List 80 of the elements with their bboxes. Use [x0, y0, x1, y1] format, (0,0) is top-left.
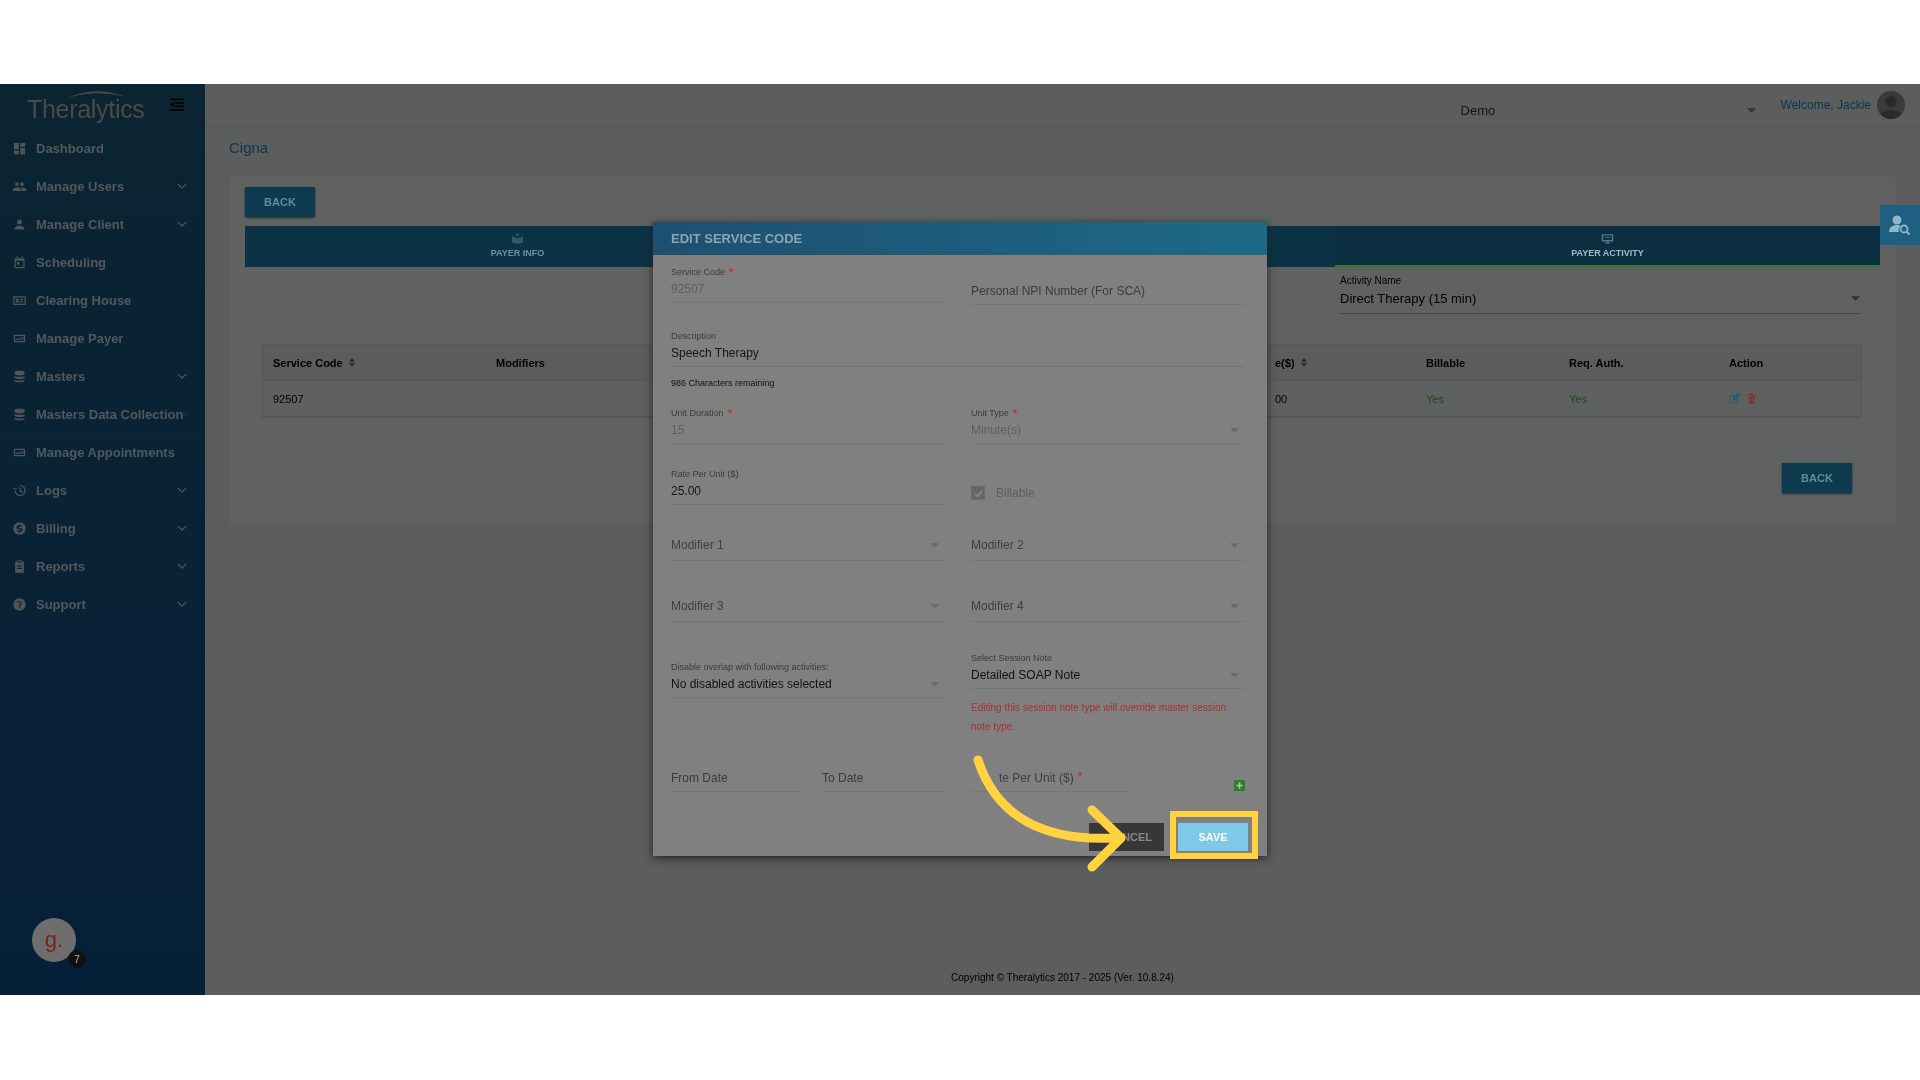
field-label: Description — [671, 331, 718, 341]
sidebar-item[interactable]: Manage Users — [0, 167, 205, 205]
dashboard-icon — [12, 140, 27, 156]
modifier-select[interactable]: Modifier 2 — [971, 538, 1245, 561]
caret-icon — [1851, 296, 1860, 301]
book-icon — [511, 233, 524, 244]
dialog-title: EDIT SERVICE CODE — [653, 222, 1267, 255]
calendar-icon — [12, 254, 27, 270]
notification-badge: 7 — [68, 950, 86, 968]
avatar-icon[interactable] — [1877, 91, 1905, 119]
monitor-icon — [1601, 233, 1614, 244]
menu-icon[interactable] — [170, 98, 184, 111]
page-title: Cigna — [229, 139, 270, 158]
dollar-icon — [12, 520, 27, 536]
sidebar-item[interactable]: Masters Data Collection — [0, 395, 205, 433]
column-header[interactable]: e($) — [1275, 356, 1295, 369]
sort-icon[interactable] — [1300, 358, 1307, 367]
trash-icon[interactable] — [1746, 393, 1757, 404]
user-search-icon — [1889, 215, 1911, 235]
rate-per-unit-field[interactable]: te Per Unit ($) — [971, 766, 1131, 792]
modifier-select[interactable]: Modifier 3 — [671, 599, 945, 622]
field-label: Service Code — [671, 267, 945, 277]
to-date-field[interactable]: To Date — [822, 766, 945, 792]
database-icon — [12, 406, 27, 422]
column-header[interactable]: Modifiers — [496, 356, 545, 369]
modifier-select[interactable]: Modifier 1 — [671, 538, 945, 561]
field-label: Activity Name — [1340, 275, 1403, 286]
column-header[interactable]: Service Code — [273, 356, 343, 369]
field-label: Disable overlap with following activities: — [671, 662, 830, 672]
logo: Theralytics — [27, 89, 145, 124]
clipboard-icon — [12, 558, 27, 574]
tab[interactable]: PAYER ACTIVITY — [1335, 226, 1880, 267]
sidebar-item[interactable]: Logs — [0, 471, 205, 509]
table-cell: Yes — [1569, 392, 1587, 405]
add-icon[interactable] — [1234, 779, 1245, 791]
welcome-link[interactable]: Welcome, Jackie — [1780, 98, 1871, 112]
history-icon — [12, 482, 27, 498]
modifier-select[interactable]: Modifier 4 — [971, 599, 1245, 622]
checkbox[interactable] — [971, 486, 985, 500]
back-button[interactable]: BACK — [1782, 463, 1852, 493]
rate-field[interactable]: 25.00 — [671, 479, 945, 505]
from-date-field[interactable]: From Date — [671, 766, 801, 792]
sidebar-item[interactable]: Billing — [0, 509, 205, 547]
help-icon — [12, 596, 27, 612]
copyright-text: Copyright © Theralytics 2017 - 2025 (Ver. 10.8.24) — [950, 972, 1175, 983]
column-header[interactable]: Billable — [1426, 356, 1466, 369]
field-label: Select Session Note — [971, 653, 1054, 663]
field-label: Unit Type — [971, 408, 1245, 418]
sidebar-item[interactable]: Manage Appointments — [0, 433, 205, 471]
back-button[interactable]: BACK — [245, 187, 315, 217]
sidebar-item[interactable]: Scheduling — [0, 243, 205, 281]
description-field[interactable]: Speech Therapy — [671, 341, 1245, 367]
caret-icon — [1746, 107, 1756, 113]
sidebar-item[interactable]: Manage Client — [0, 205, 205, 243]
column-header[interactable]: Req. Auth. — [1569, 356, 1624, 369]
npi-field[interactable]: Personal NPI Number (For SCA) — [971, 279, 1245, 305]
helper-avatar[interactable]: g. — [32, 918, 76, 962]
database-icon — [12, 368, 27, 384]
sidebar-item[interactable]: Masters — [0, 357, 205, 395]
side-tab[interactable] — [1880, 205, 1920, 245]
character-count: 986 Characters remaining — [671, 378, 776, 390]
column-header[interactable]: Action — [1729, 356, 1764, 369]
organization-select[interactable]: Demo — [1445, 92, 1756, 118]
sidebar-item[interactable]: Reports — [0, 547, 205, 585]
table-cell: 00 — [1275, 392, 1288, 405]
session-note-select[interactable]: Detailed SOAP Note — [971, 663, 1245, 689]
edit-icon[interactable] — [1729, 393, 1740, 404]
table-cell: Yes — [1426, 392, 1444, 405]
overlap-select[interactable]: No disabled activities selected — [671, 672, 945, 698]
sort-icon[interactable] — [348, 358, 355, 367]
sidebar-item[interactable]: Support — [0, 585, 205, 623]
field-label: Unit Duration — [671, 408, 945, 418]
field-label: Rate Per Unit ($) — [671, 469, 740, 479]
activity-select[interactable]: Direct Therapy (15 min) — [1340, 286, 1860, 314]
sidebar-item[interactable]: Dashboard — [0, 129, 205, 167]
save-button[interactable]: SAVE — [1178, 823, 1248, 851]
table-cell: 92507 — [273, 392, 304, 405]
warning-text: Editing this session note type will override master session note type. — [971, 701, 1228, 734]
sidebar-item[interactable]: Clearing House — [0, 281, 205, 319]
sidebar-item[interactable]: Manage Payer — [0, 319, 205, 357]
